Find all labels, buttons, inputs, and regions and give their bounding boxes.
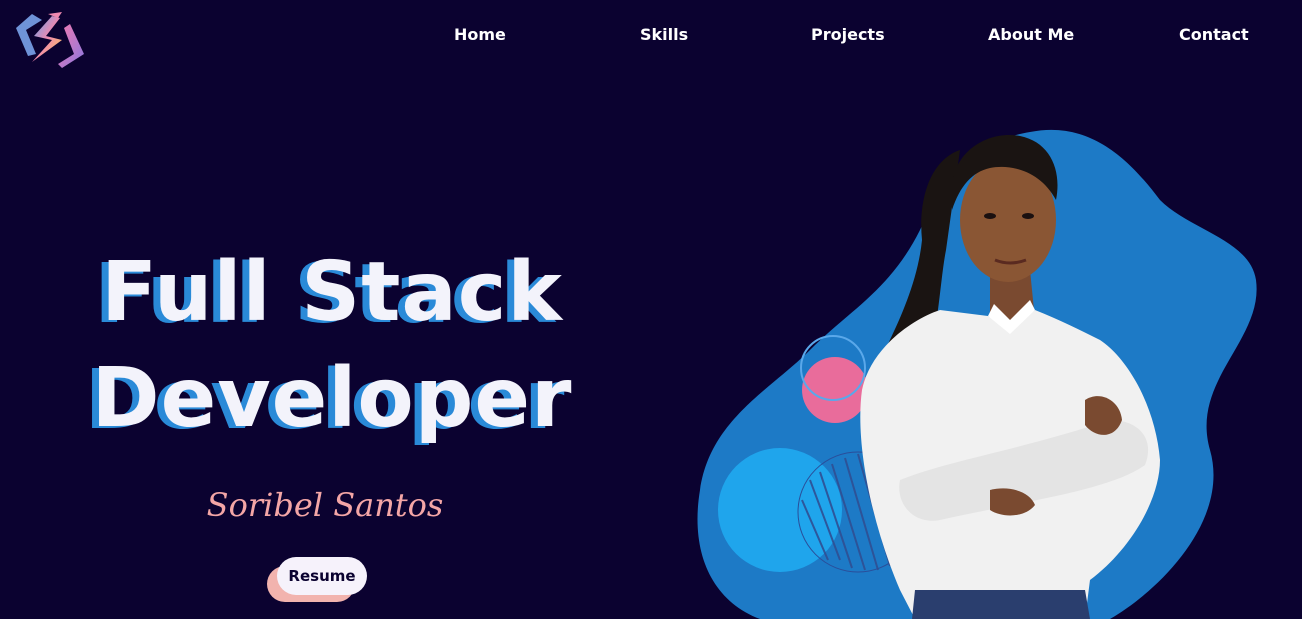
nav-skills-link[interactable]: Skills [640, 24, 688, 46]
hero-portrait-illustration [697, 129, 1257, 619]
portfolio-page: Home Skills Projects About Me Contact Fu… [0, 0, 1302, 619]
nav-home-link[interactable]: Home [454, 24, 506, 46]
headline-line-1: Full Stack [101, 245, 563, 340]
nav-projects-link[interactable]: Projects [811, 24, 885, 46]
nav-contact-link[interactable]: Contact [1179, 24, 1249, 46]
main-nav: Home Skills Projects About Me Contact [0, 24, 1302, 48]
nav-about-me-link[interactable]: About Me [988, 24, 1074, 46]
light-blue-circle [718, 448, 842, 572]
hero-headline: Full Stack Developer [62, 240, 602, 452]
headline-line-2: Developer [91, 351, 573, 446]
owner-name: Soribel Santos [206, 486, 444, 524]
resume-button[interactable]: Resume [277, 557, 367, 595]
pink-circle [802, 357, 868, 423]
